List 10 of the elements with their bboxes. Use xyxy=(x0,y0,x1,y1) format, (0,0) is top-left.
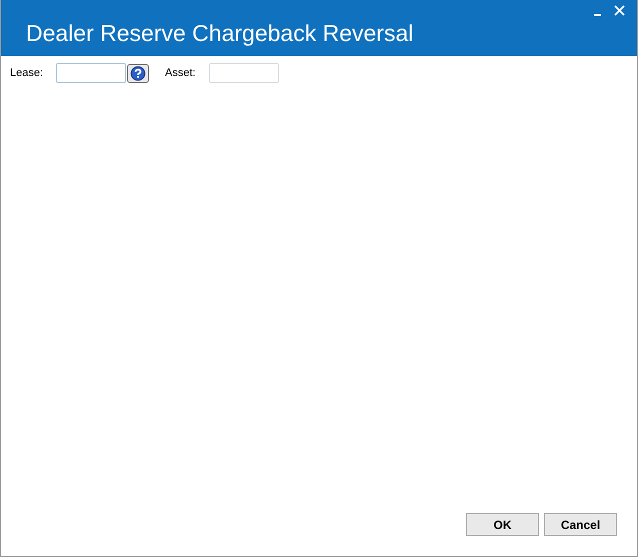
input-field[interactable] xyxy=(56,63,126,83)
help-button[interactable] xyxy=(127,64,150,82)
dialog-button[interactable]: OK xyxy=(466,513,539,536)
input-field[interactable] xyxy=(208,63,279,83)
field-label: Lease: xyxy=(10,67,44,79)
dialog-button[interactable]: Cancel xyxy=(544,513,617,536)
window-title: Dealer Reserve Chargeback Reversal xyxy=(26,20,414,47)
help-icon xyxy=(130,66,146,80)
field-label: Asset: xyxy=(165,67,196,79)
close-icon[interactable] xyxy=(613,4,627,18)
